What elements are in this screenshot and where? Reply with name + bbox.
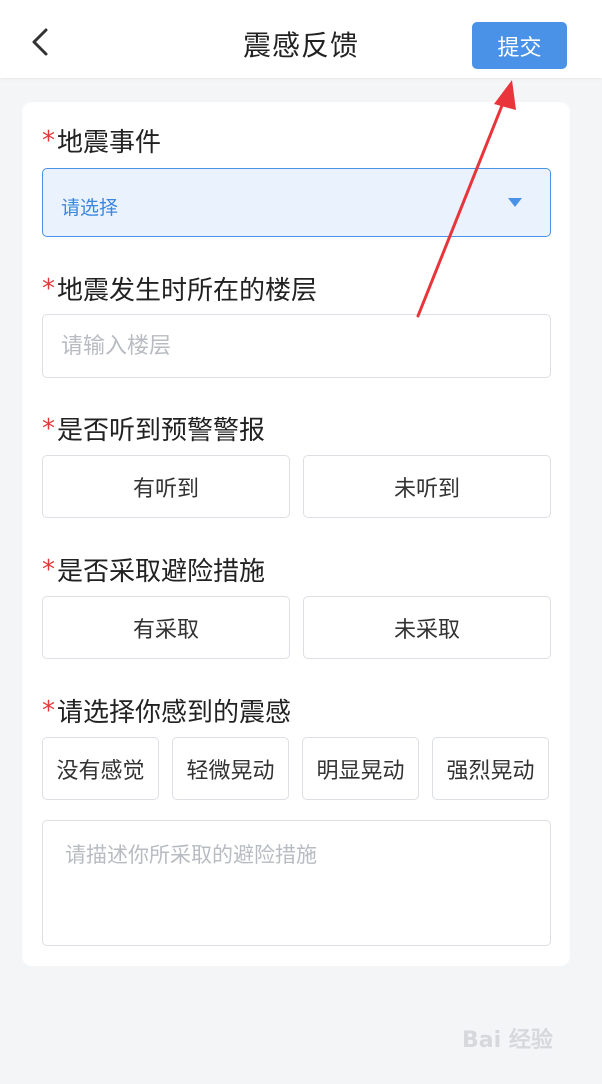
option-not-taken[interactable]: 未采取 [303,596,551,659]
watermark: Bai 经验 [462,1028,553,1053]
submit-button[interactable]: 提交 [472,22,567,69]
option-slight-shaking[interactable]: 轻微晃动 [172,737,289,800]
required-mark: * [42,554,55,585]
option-not-heard[interactable]: 未听到 [303,455,551,518]
event-label-text: 地震事件 [57,128,162,158]
warning-label-text: 是否听到预警警报 [57,416,266,446]
option-obvious-shaking[interactable]: 明显晃动 [302,737,419,800]
measures-textarea[interactable] [42,820,551,946]
caret-down-icon [508,198,522,207]
option-no-feeling[interactable]: 没有感觉 [42,737,159,800]
action-label: * 是否采取避险措施 [42,551,265,588]
intensity-label-text: 请选择你感到的震感 [57,698,292,728]
required-mark: * [42,273,55,304]
intensity-label: * 请选择你感到的震感 [42,692,291,729]
option-taken[interactable]: 有采取 [42,596,290,659]
event-select[interactable]: 请选择 [42,168,551,237]
floor-input[interactable] [42,314,551,378]
warning-label: * 是否听到预警警报 [42,410,265,447]
option-heard[interactable]: 有听到 [42,455,290,518]
app-header: 震感反馈 提交 [0,0,602,78]
action-label-text: 是否采取避险措施 [57,557,266,587]
option-strong-shaking[interactable]: 强烈晃动 [432,737,549,800]
required-mark: * [42,125,55,156]
required-mark: * [42,413,55,444]
event-select-value: 请选择 [61,197,119,219]
floor-label-text: 地震发生时所在的楼层 [57,276,318,306]
event-label: * 地震事件 [42,122,161,159]
floor-label: * 地震发生时所在的楼层 [42,270,317,307]
required-mark: * [42,695,55,726]
